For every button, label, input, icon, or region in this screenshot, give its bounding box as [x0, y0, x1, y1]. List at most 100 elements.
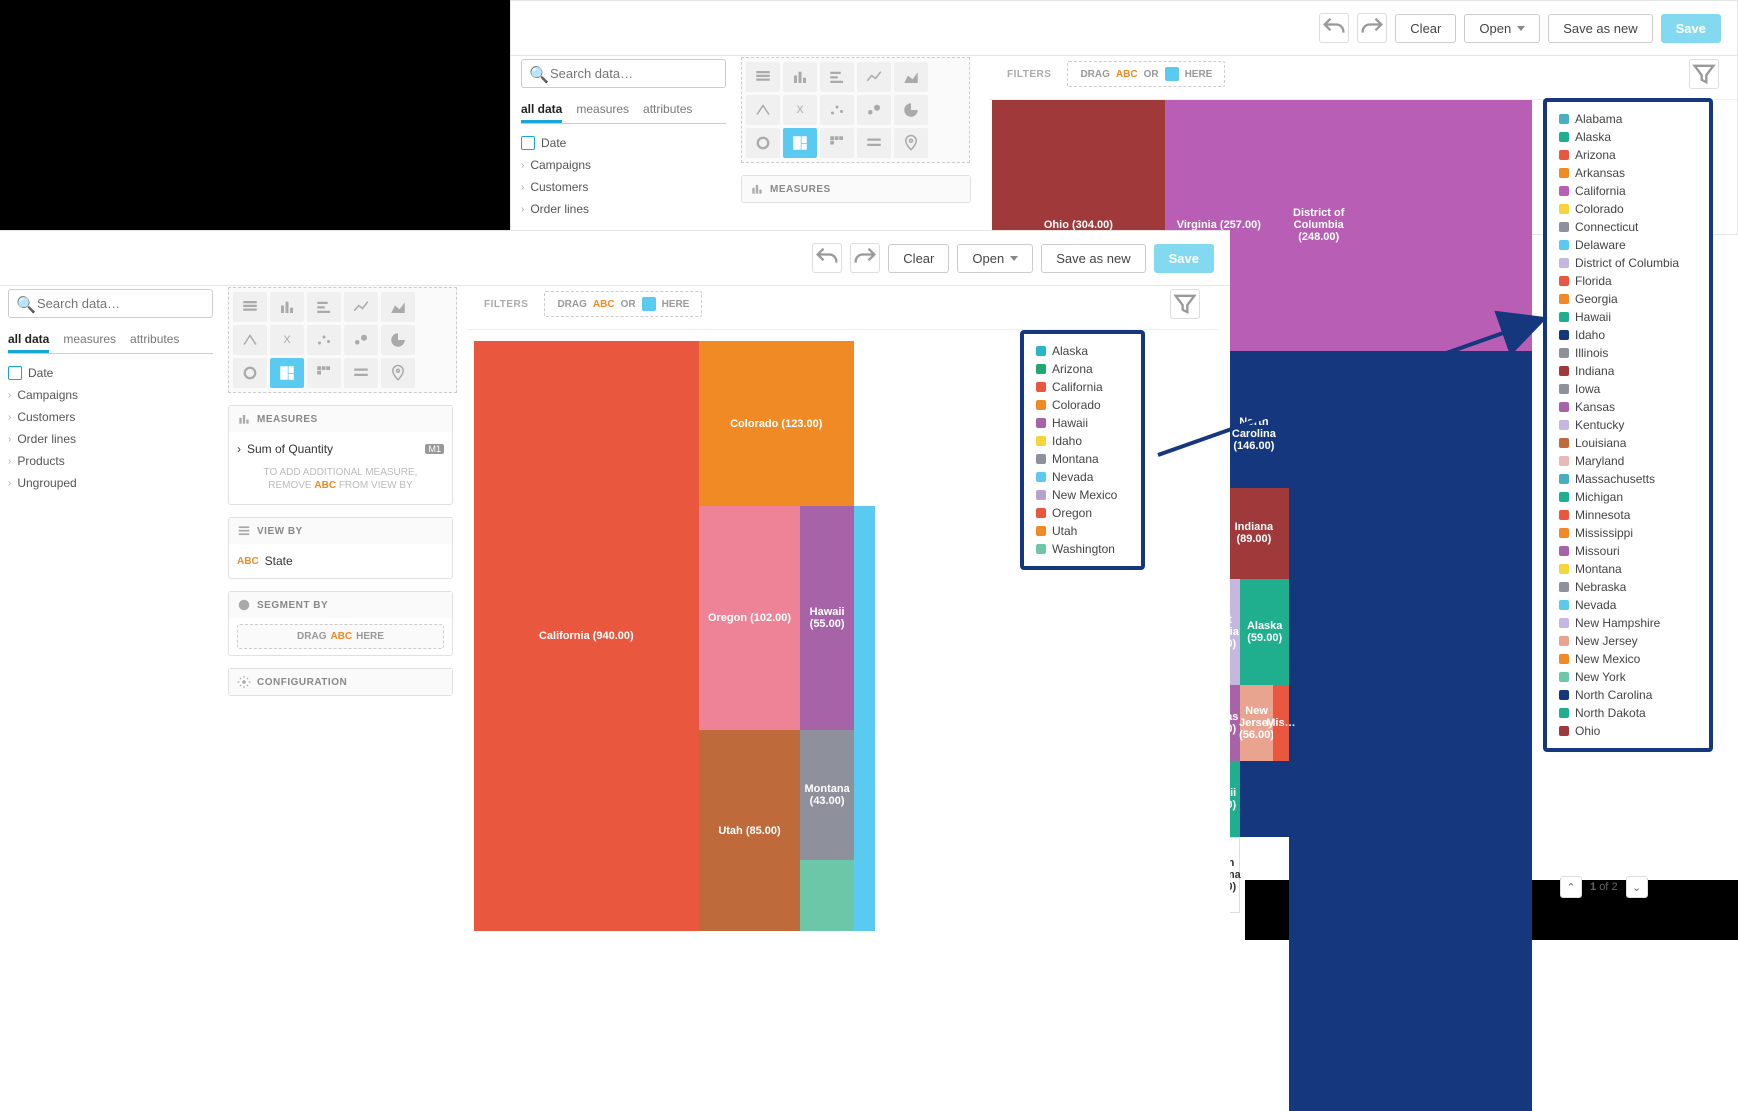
catalog-item[interactable]: ›Order lines [521, 198, 726, 220]
bucket-configuration[interactable]: CONFIGURATION [228, 668, 453, 696]
catalog-item[interactable]: ›Ungrouped [8, 472, 213, 494]
open-button[interactable]: Open [957, 244, 1033, 273]
legend-item: Minnesota [1559, 506, 1697, 524]
clear-button[interactable]: Clear [888, 244, 949, 273]
catalog-item[interactable]: ›Campaigns [521, 154, 726, 176]
save-button[interactable]: Save [1154, 244, 1214, 273]
vis-treemap[interactable] [783, 128, 817, 158]
legend-item: Ohio [1559, 722, 1697, 740]
vis-scatter[interactable] [820, 95, 854, 125]
catalog-item[interactable]: ›Customers [521, 176, 726, 198]
vis-area[interactable] [894, 62, 928, 92]
clear-button[interactable]: Clear [1395, 14, 1456, 43]
open-button[interactable]: Open [1464, 14, 1540, 43]
save-as-new-button[interactable]: Save as new [1548, 14, 1652, 43]
vis-pie[interactable] [894, 95, 928, 125]
vis-bubble[interactable] [344, 325, 378, 355]
catalog-item[interactable]: ›Customers [8, 406, 213, 428]
pager-prev[interactable]: ⌃ [1560, 876, 1582, 898]
treemap-small[interactable]: California (940.00)Colorado (123.00)Oreg… [474, 341, 1009, 931]
tab-measures[interactable]: measures [63, 328, 116, 353]
treemap-cell[interactable] [1289, 351, 1532, 1111]
tab-all-data[interactable]: all data [521, 98, 562, 123]
vis-bullet[interactable] [344, 358, 378, 388]
filter-dropzone[interactable]: DRAG ABC OR HERE [1067, 61, 1225, 87]
bucket-label: SEGMENT BY [257, 600, 328, 611]
tab-attributes[interactable]: attributes [130, 328, 179, 353]
vis-bar[interactable] [307, 292, 341, 322]
vis-bar[interactable] [820, 62, 854, 92]
legend-item: Hawaii [1559, 308, 1697, 326]
treemap-cell[interactable]: Colorado (123.00) [699, 341, 854, 506]
chevron-down-icon [1010, 256, 1018, 261]
legend-item: Nevada [1036, 468, 1129, 486]
legend-item: Illinois [1559, 344, 1697, 362]
vis-bullet[interactable] [857, 128, 891, 158]
treemap-cell[interactable] [800, 860, 854, 931]
bucket-measures: MEASURES ›Sum of QuantityM1 TO ADD ADDIT… [228, 405, 453, 505]
vis-combo[interactable]: X [270, 325, 304, 355]
vis-geo[interactable] [381, 358, 415, 388]
undo-button[interactable] [812, 243, 842, 273]
vis-area[interactable] [381, 292, 415, 322]
vis-table[interactable] [233, 292, 267, 322]
vis-bubble[interactable] [857, 95, 891, 125]
vis-line[interactable] [857, 62, 891, 92]
catalog-item[interactable]: ›Order lines [8, 428, 213, 450]
redo-button[interactable] [850, 243, 880, 273]
vis-geo[interactable] [894, 128, 928, 158]
treemap-cell[interactable]: Mis… [1273, 685, 1289, 761]
vis-combo[interactable]: X [783, 95, 817, 125]
treemap-cell[interactable]: Oregon (102.00) [699, 506, 801, 730]
treemap-cell[interactable]: Alaska (59.00) [1240, 579, 1289, 685]
treemap-cell[interactable] [1240, 761, 1289, 837]
vis-heatmap[interactable] [307, 358, 341, 388]
tab-all-data[interactable]: all data [8, 328, 49, 353]
redo-button[interactable] [1357, 13, 1387, 43]
vis-headline[interactable] [746, 95, 780, 125]
vis-line[interactable] [344, 292, 378, 322]
treemap-cell[interactable]: California (940.00) [474, 341, 699, 931]
catalog-item-date[interactable]: Date [8, 362, 213, 384]
legend-item: Kentucky [1559, 416, 1697, 434]
vis-scatter[interactable] [307, 325, 341, 355]
pager-next[interactable]: ⌄ [1626, 876, 1648, 898]
date-icon [521, 136, 535, 150]
vis-pie[interactable] [381, 325, 415, 355]
vis-column[interactable] [783, 62, 817, 92]
treemap-cell[interactable]: Hawaii (55.00) [800, 506, 854, 730]
measure-item[interactable]: ›Sum of QuantityM1 [237, 438, 444, 460]
tab-measures[interactable]: measures [576, 98, 629, 123]
legend-item: Indiana [1559, 362, 1697, 380]
treemap-cell[interactable]: Utah (85.00) [699, 730, 801, 931]
vis-treemap[interactable] [270, 358, 304, 388]
treemap-cell[interactable]: Montana (43.00) [800, 730, 854, 860]
vis-table[interactable] [746, 62, 780, 92]
search-input[interactable] [8, 289, 213, 318]
treemap-cell[interactable]: District of Columbia (248.00) [1273, 100, 1365, 351]
filters-label: FILTERS [484, 299, 528, 310]
filter-dropzone[interactable]: DRAG ABC OR HERE [544, 291, 702, 317]
filter-icon[interactable] [1689, 59, 1719, 89]
vis-headline[interactable] [233, 325, 267, 355]
catalog-item[interactable]: ›Products [8, 450, 213, 472]
save-as-new-button[interactable]: Save as new [1041, 244, 1145, 273]
save-button[interactable]: Save [1661, 14, 1721, 43]
treemap-cell[interactable] [1365, 100, 1532, 351]
undo-button[interactable] [1319, 13, 1349, 43]
attribute-item[interactable]: ABCState [237, 550, 444, 572]
segment-dropzone[interactable]: DRAG ABC HERE [237, 624, 444, 649]
legend-item: Idaho [1559, 326, 1697, 344]
vis-heatmap[interactable] [820, 128, 854, 158]
legend-item: Utah [1036, 522, 1129, 540]
search-input[interactable] [521, 59, 726, 88]
catalog-item[interactable]: ›Campaigns [8, 384, 213, 406]
treemap-cell[interactable] [854, 506, 875, 931]
vis-donut[interactable] [746, 128, 780, 158]
vis-column[interactable] [270, 292, 304, 322]
vis-donut[interactable] [233, 358, 267, 388]
catalog-item-date[interactable]: Date [521, 132, 726, 154]
date-icon [1165, 67, 1179, 81]
filter-icon[interactable] [1170, 289, 1200, 319]
tab-attributes[interactable]: attributes [643, 98, 692, 123]
